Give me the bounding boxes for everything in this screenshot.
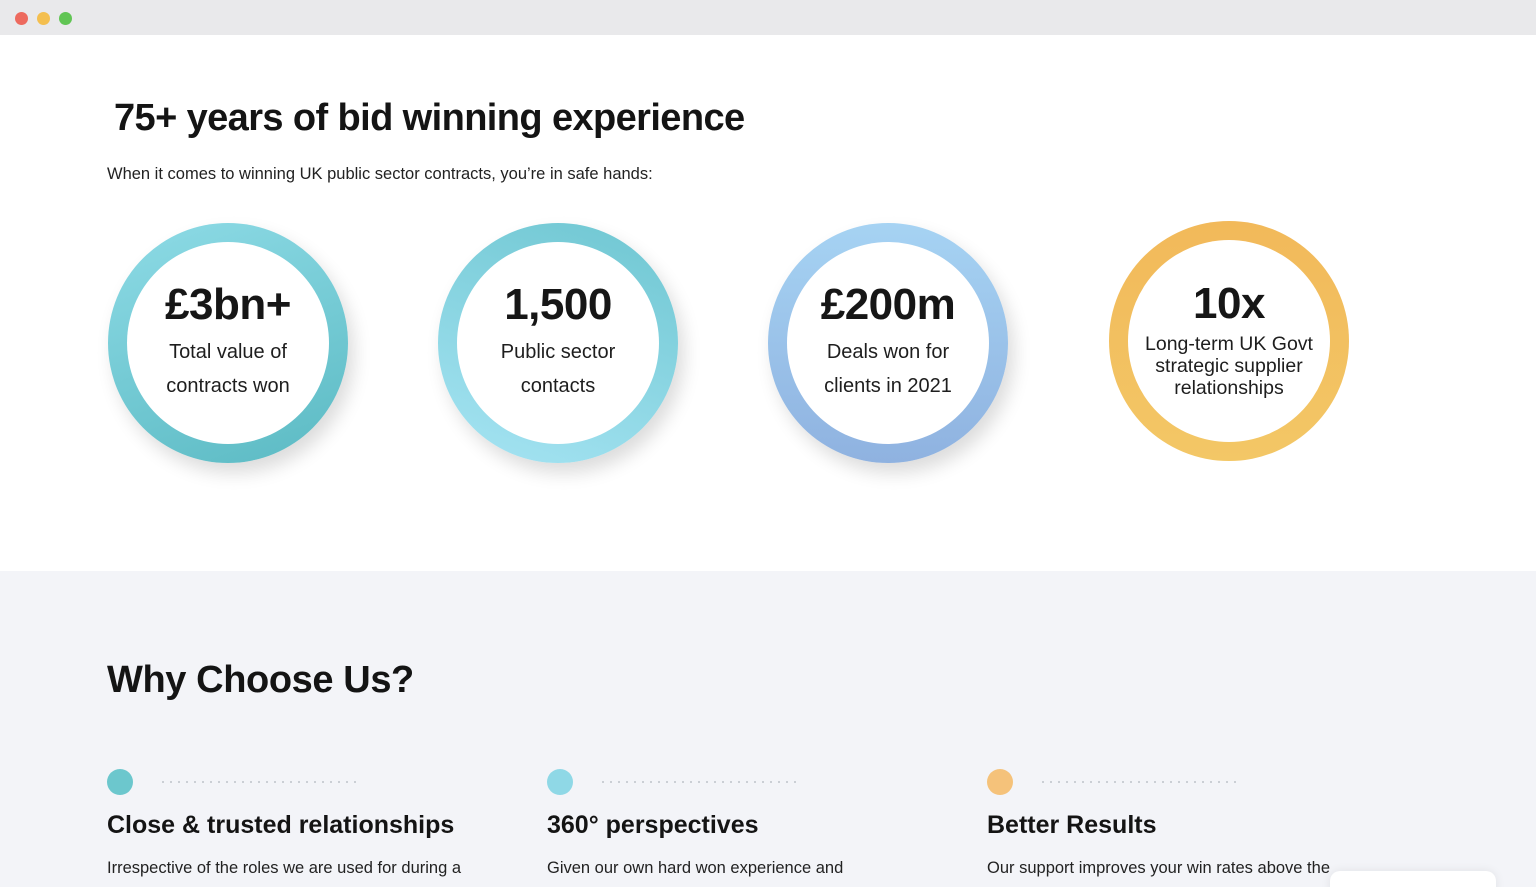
close-window-button[interactable] <box>15 12 28 25</box>
stat-circle: 10x Long-term UK Govt strategic supplier… <box>1128 240 1330 442</box>
stat-value: 1,500 <box>504 280 612 329</box>
feature-bullet-icon <box>107 769 133 795</box>
feature-bullet-icon <box>987 769 1013 795</box>
stat-label: Long-term UK Govt strategic supplier rel… <box>1145 333 1313 399</box>
feature-text: Our support improves your win rates abov… <box>987 859 1330 877</box>
minimize-window-button[interactable] <box>37 12 50 25</box>
stat-supplier-relationships: 10x Long-term UK Govt strategic supplier… <box>1109 221 1349 461</box>
why-choose-us-section: Why Choose Us? Close & trusted relations… <box>0 571 1536 887</box>
stat-label: Deals won for clients in 2021 <box>824 341 952 397</box>
feature-text: Given our own hard won experience and <box>547 859 844 877</box>
stat-deals-won: £200m Deals won for clients in 2021 <box>768 223 1008 463</box>
stat-circle: 1,500 Public sector contacts <box>457 242 659 444</box>
stats-section: 75+ years of bid winning experience When… <box>0 35 1536 571</box>
stat-value: 10x <box>1193 279 1265 329</box>
feature-title: Better Results <box>987 811 1157 839</box>
stat-contracts-value: £3bn+ Total value of contracts won <box>108 223 348 463</box>
hero-subtitle: When it comes to winning UK public secto… <box>107 165 653 183</box>
stat-public-sector-contacts: 1,500 Public sector contacts <box>438 223 678 463</box>
hero-title: 75+ years of bid winning experience <box>114 97 745 139</box>
feature-bullet-icon <box>547 769 573 795</box>
feature-title: Close & trusted relationships <box>107 811 455 839</box>
dotted-divider <box>159 781 359 783</box>
stat-label: Total value of contracts won <box>166 341 290 397</box>
section-title: Why Choose Us? <box>107 659 414 701</box>
stat-value: £3bn+ <box>165 280 291 329</box>
stat-circle: £200m Deals won for clients in 2021 <box>787 242 989 444</box>
stat-label: Public sector contacts <box>500 341 616 397</box>
maximize-window-button[interactable] <box>59 12 72 25</box>
feature-title: 360° perspectives <box>547 811 759 839</box>
stat-value: £200m <box>820 280 956 329</box>
dotted-divider <box>1039 781 1239 783</box>
dotted-divider <box>599 781 799 783</box>
feature-text: Irrespective of the roles we are used fo… <box>107 859 462 877</box>
stat-circle: £3bn+ Total value of contracts won <box>127 242 329 444</box>
browser-title-bar <box>0 0 1536 35</box>
floating-widget[interactable] <box>1330 871 1496 887</box>
